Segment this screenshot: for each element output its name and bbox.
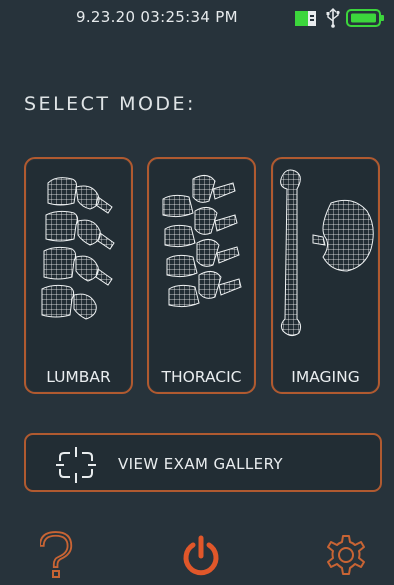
thoracic-mode-button[interactable]: THORACIC — [147, 157, 256, 394]
sd-card-icon — [295, 11, 316, 26]
lumbar-mode-button[interactable]: LUMBAR — [24, 157, 133, 394]
power-icon[interactable] — [181, 535, 221, 579]
thoracic-spine-icon — [162, 175, 242, 308]
camera-frame-icon — [56, 447, 96, 483]
datetime: 9.23.20 03:25:34 PM — [76, 8, 238, 26]
select-mode-title: SELECT MODE: — [24, 93, 196, 115]
battery-icon — [346, 9, 384, 27]
imaging-mode-button[interactable]: IMAGING — [271, 157, 380, 394]
lumbar-spine-icon — [41, 177, 115, 320]
imaging-label: IMAGING — [291, 368, 360, 386]
gallery-label: VIEW EXAM GALLERY — [118, 455, 283, 473]
usb-icon — [326, 8, 340, 28]
lumbar-label: LUMBAR — [46, 368, 111, 386]
settings-icon[interactable] — [324, 534, 368, 578]
bone-kidney-icon — [280, 169, 374, 337]
thoracic-label: THORACIC — [161, 368, 242, 386]
help-icon[interactable] — [40, 531, 74, 581]
status-bar: 9.23.20 03:25:34 PM — [0, 0, 394, 40]
view-exam-gallery-button[interactable]: VIEW EXAM GALLERY — [24, 433, 382, 492]
